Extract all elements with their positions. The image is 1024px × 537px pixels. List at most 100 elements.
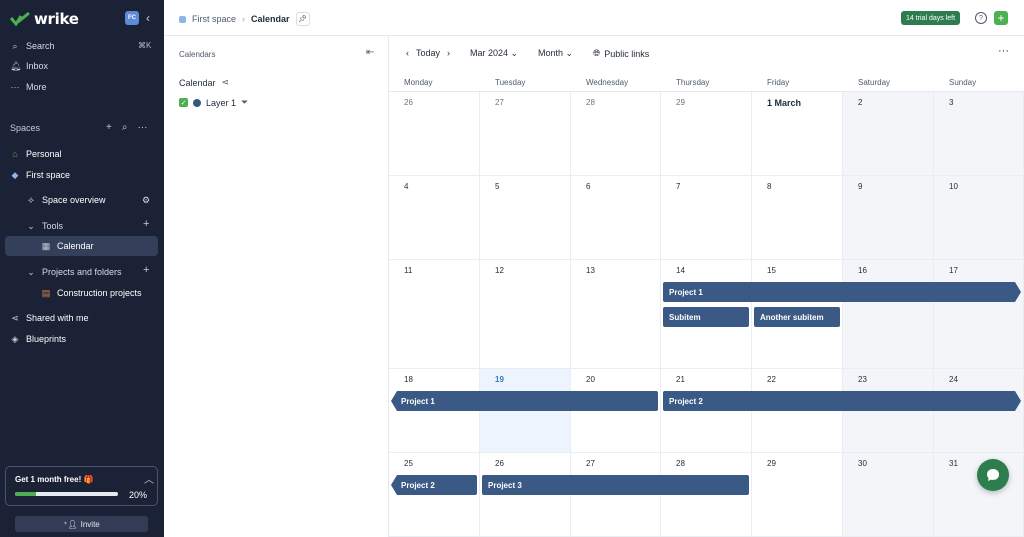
project-icon: ▤ [41,287,51,298]
day-cell[interactable]: 25 [389,453,480,537]
sidebar-item-construction-projects[interactable]: ▤ Construction projects [41,286,142,300]
sidebar-item-personal[interactable]: ⌂ Personal [10,147,61,161]
day-number: 17 [949,266,958,275]
add-tool-icon[interactable]: + [143,218,149,230]
day-number: 27 [495,98,504,107]
day-number: 28 [586,98,595,107]
day-number: 2 [858,98,863,107]
view-picker[interactable]: Month ⌄ [538,48,573,59]
invite-button[interactable]: ⁺👤︎ Invite [15,516,148,532]
avatar[interactable]: FC [125,11,139,25]
layer-entry[interactable]: ✓ Layer 1 ⏷ [179,97,248,108]
calendar-event[interactable]: Another subitem [754,307,840,327]
day-cell[interactable]: 8 [752,176,843,260]
day-cell[interactable]: 18 [389,369,480,453]
calendar-entry[interactable]: Calendar ⋖ [179,77,229,88]
share-icon: ⋖ [11,312,19,323]
day-cell[interactable]: 10 [934,176,1024,260]
add-space-icon[interactable]: + [106,122,112,133]
add-button[interactable]: + [994,11,1008,25]
day-cell[interactable]: 28 [661,453,752,537]
day-number: 20 [586,375,595,384]
day-number: 30 [858,459,867,468]
day-cell[interactable]: 27 [480,92,571,176]
day-cell[interactable]: 30 [843,453,934,537]
day-cell[interactable]: 5 [480,176,571,260]
day-cell[interactable]: 13 [571,260,661,369]
trial-promo[interactable]: Get 1 month free! 🎁 ︿ 20% [5,466,158,506]
today-button[interactable]: Today [416,48,440,58]
trial-badge[interactable]: 14 trial days left [901,11,961,25]
day-number: 6 [586,182,591,191]
day-cell[interactable]: 12 [480,260,571,369]
wrike-logo[interactable]: wrike [10,10,79,28]
sidebar-search[interactable]: ⌕ Search [10,39,54,53]
sidebar-item-shared[interactable]: ⋖ Shared with me [10,311,88,325]
calendar-event[interactable]: Project 3 [482,475,749,495]
day-cell[interactable]: 1 March [752,92,843,176]
next-icon[interactable]: › [447,48,450,58]
prev-icon[interactable]: ‹ [406,48,409,58]
calendar-event[interactable]: Project 2 [663,391,1021,411]
collapse-sidebar-icon[interactable]: ‹ [146,11,150,25]
search-spaces-icon[interactable]: ⌕ [122,122,128,133]
day-number: 13 [586,266,595,275]
chat-button[interactable] [977,459,1009,491]
day-number: 21 [676,375,685,384]
month-picker[interactable]: Mar 2024 ⌄ [470,48,518,59]
promo-text: Get 1 month free! 🎁 [15,475,94,484]
sidebar-more[interactable]: ··· More [10,80,47,94]
help-icon[interactable]: ? [975,12,987,24]
day-cell[interactable]: 26 [480,453,571,537]
layer-checkbox[interactable]: ✓ [179,98,188,107]
day-cell[interactable]: 3 [934,92,1024,176]
chevron-down-icon: ⌄ [510,48,519,58]
top-bar: First space › Calendar 📌︎ 14 trial days … [164,0,1024,36]
day-cell[interactable]: 16 [843,260,934,369]
sidebar-item-calendar[interactable]: ▦ Calendar [41,239,94,253]
public-links-button[interactable]: 🌐︎ Public links [593,48,649,59]
share-icon[interactable]: ⋖ [222,77,230,88]
day-cell[interactable]: 7 [661,176,752,260]
day-number: 25 [404,459,413,468]
day-cell[interactable]: 26 [389,92,480,176]
day-cell[interactable]: 6 [571,176,661,260]
spaces-more-icon[interactable]: ··· [137,122,147,133]
sidebar-inbox[interactable]: 🔔︎ Inbox [10,59,48,73]
day-cell[interactable]: 2 [843,92,934,176]
add-project-icon[interactable]: + [143,264,149,276]
day-cell[interactable]: 9 [843,176,934,260]
calendar-event[interactable]: Project 1 [663,282,1021,302]
sidebar-item-projects-folders[interactable]: ⌄ Projects and folders [26,265,121,279]
calendar-event[interactable]: Project 2 [391,475,477,495]
sidebar-item-blueprints[interactable]: ◈ Blueprints [10,332,67,346]
collapse-panel-icon[interactable]: ⇤ [366,47,374,58]
day-cell[interactable]: 29 [661,92,752,176]
day-cell[interactable]: 19 [480,369,571,453]
calendar-event[interactable]: Subitem [663,307,749,327]
day-cell[interactable]: 24 [934,369,1024,453]
day-cell[interactable]: 21 [661,369,752,453]
sidebar-item-tools[interactable]: ⌄ Tools [26,219,63,233]
day-cell[interactable]: 23 [843,369,934,453]
pin-icon[interactable]: 📌︎ [295,12,310,26]
day-cell[interactable]: 4 [389,176,480,260]
calendar-event[interactable]: Project 1 [391,391,658,411]
day-cell[interactable]: 17 [934,260,1024,369]
day-number: 9 [858,182,863,191]
add-user-icon: ⁺👤︎ [63,519,78,529]
space-settings-icon[interactable]: ⚙ [142,193,150,207]
ellipsis-icon: ··· [10,82,20,92]
more-options-icon[interactable]: ··· [998,45,1009,57]
day-cell[interactable]: 28 [571,92,661,176]
day-cell[interactable]: 29 [752,453,843,537]
sidebar-item-first-space[interactable]: ◆ First space [10,168,70,182]
sidebar-item-space-overview[interactable]: ⟡ Space overview [26,193,106,207]
day-cell[interactable]: 11 [389,260,480,369]
day-cell[interactable]: 20 [571,369,661,453]
breadcrumb-space[interactable]: First space [192,14,236,24]
filter-icon[interactable]: ⏷ [241,97,248,108]
day-cell[interactable]: 22 [752,369,843,453]
day-cell[interactable]: 27 [571,453,661,537]
chevron-up-icon[interactable]: ︿ [144,471,154,486]
